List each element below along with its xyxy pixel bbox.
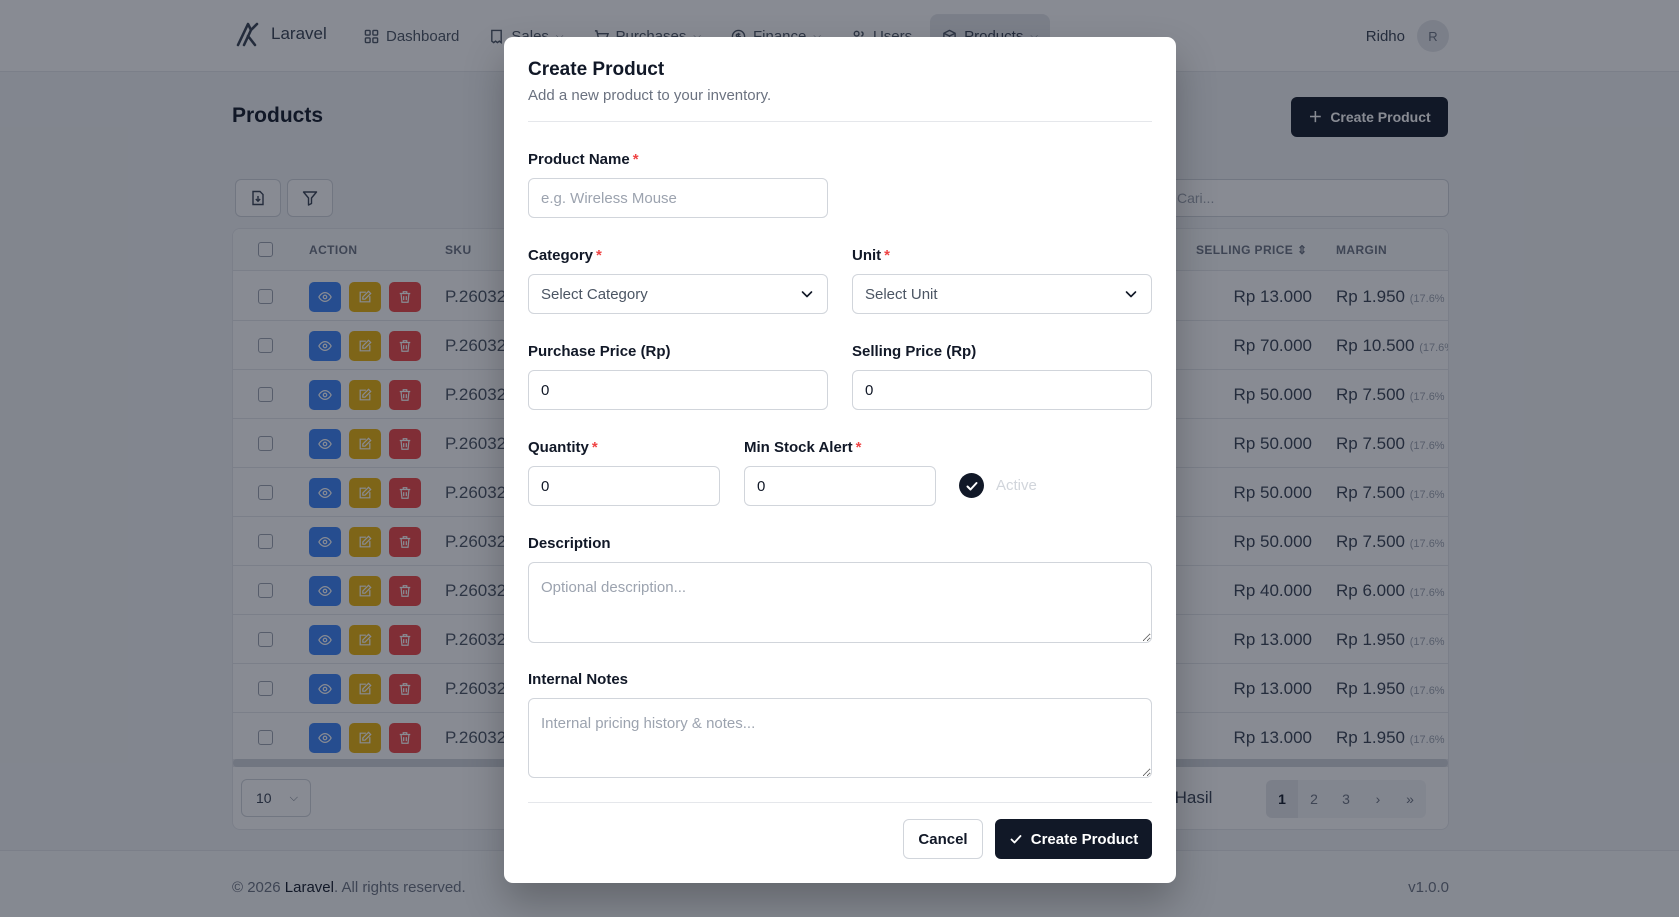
active-label: Active [996,477,1037,494]
internal-notes-textarea[interactable] [528,698,1152,778]
purchase-price-input[interactable] [528,370,828,410]
unit-selected: Select Unit [865,285,938,303]
product-name-label-text: Product Name [528,151,630,168]
product-name-input[interactable] [528,178,828,218]
selling-price-label: Selling Price (Rp) [852,343,977,360]
modal-footer-divider [528,802,1152,803]
modal-subtitle: Add a new product to your inventory. [528,87,772,104]
required-mark: * [884,247,891,264]
required-mark: * [591,439,598,456]
modal-title: Create Product [528,59,665,80]
internal-notes-label: Internal Notes [528,671,629,688]
check-icon [966,481,977,490]
category-select[interactable]: Select Category [528,274,828,314]
min-stock-input[interactable] [744,466,936,506]
quantity-label: Quantity * [528,439,598,456]
unit-label: Unit * [852,247,890,264]
quantity-input[interactable] [528,466,720,506]
category-selected: Select Category [541,285,648,303]
modal-header-divider [528,121,1152,122]
unit-label-text: Unit [852,247,882,264]
chevron-down-icon [1125,291,1137,298]
unit-select[interactable]: Select Unit [852,274,1152,314]
create-product-submit-button[interactable]: Create Product [995,819,1152,859]
cancel-button[interactable]: Cancel [903,819,983,859]
active-checkbox[interactable] [959,473,984,498]
purchase-price-label: Purchase Price (Rp) [528,343,671,360]
required-mark: * [632,151,639,168]
chevron-down-icon [801,291,813,298]
quantity-label-text: Quantity [528,439,589,456]
product-name-label: Product Name * [528,151,639,168]
min-stock-label: Min Stock Alert * [744,439,861,456]
active-toggle[interactable]: Active [959,473,1037,498]
required-mark: * [855,439,862,456]
create-product-modal: Create Product Add a new product to your… [504,37,1176,883]
create-product-submit-label: Create Product [1030,830,1139,848]
category-label-text: Category [528,247,594,264]
required-mark: * [596,247,602,264]
min-stock-label-text: Min Stock Alert [744,439,853,456]
description-label: Description [528,535,611,552]
selling-price-input[interactable] [852,370,1152,410]
check-icon [1010,835,1022,844]
description-textarea[interactable] [528,562,1152,643]
category-label: Category * [528,247,602,264]
